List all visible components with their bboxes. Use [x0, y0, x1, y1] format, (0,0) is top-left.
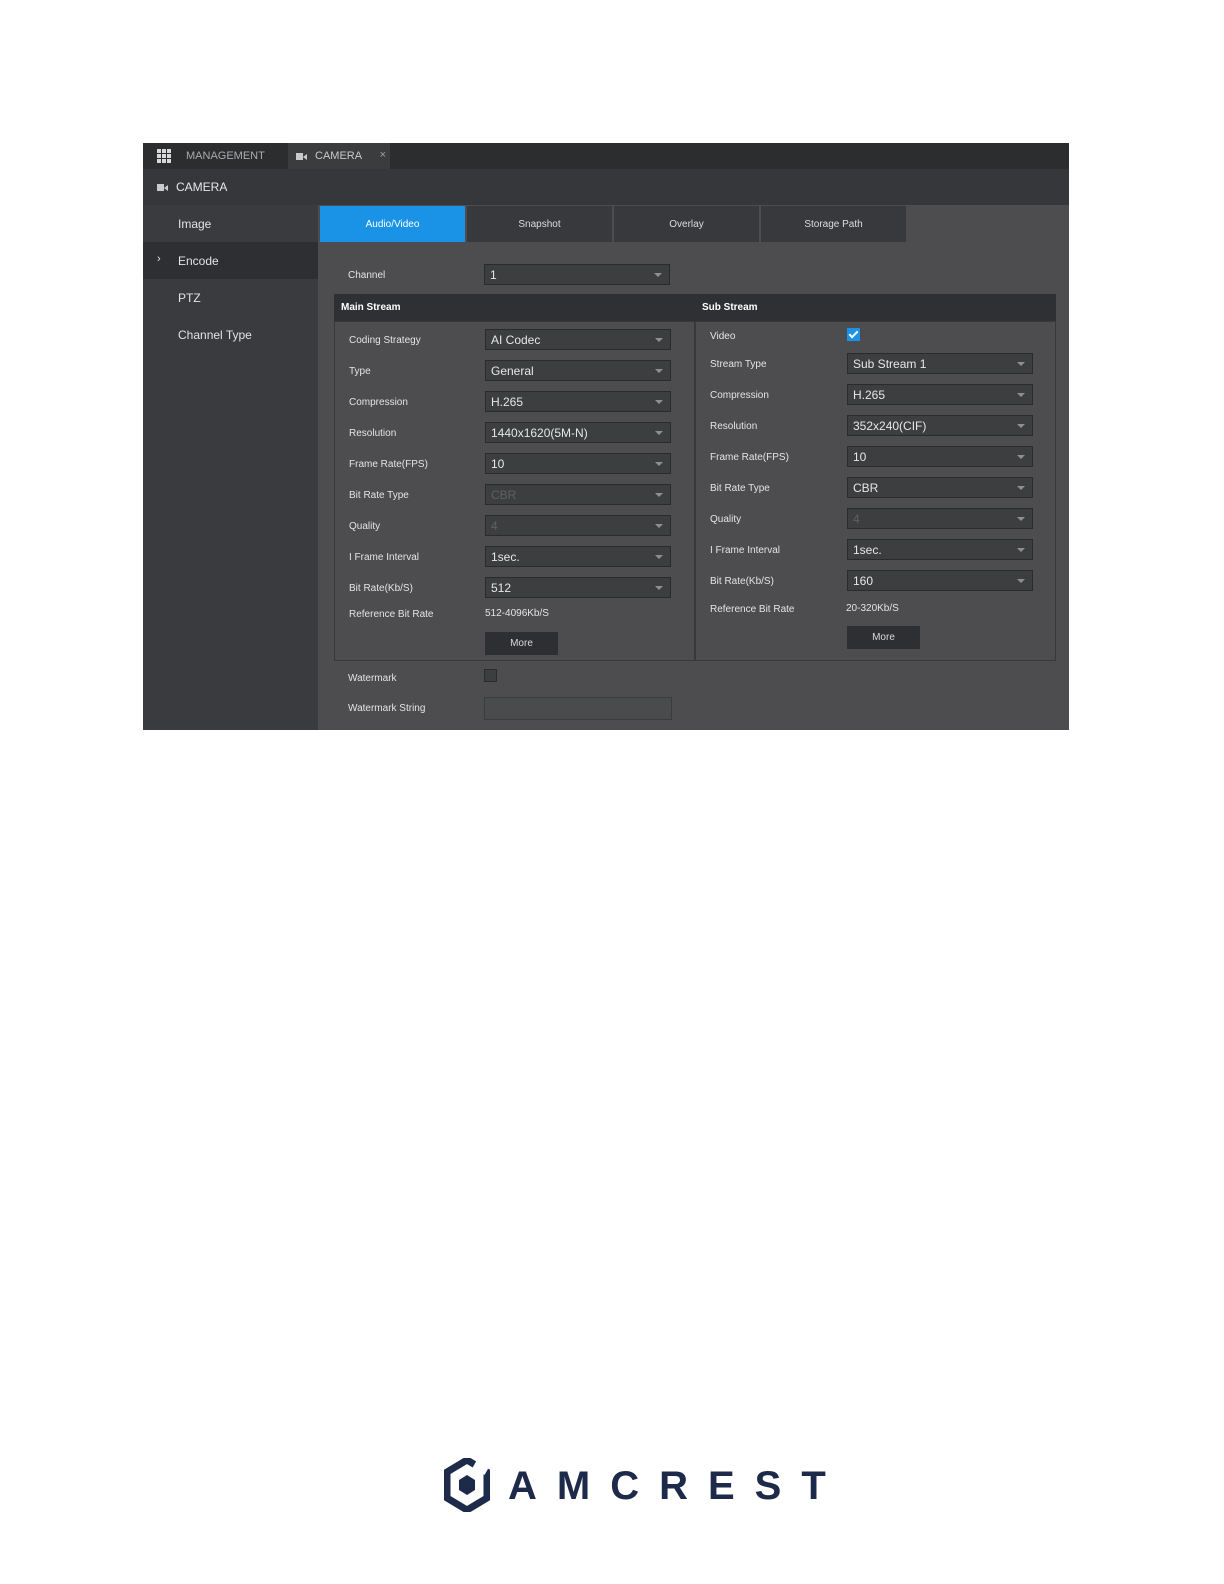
- sub-video-label: Video: [710, 331, 736, 342]
- chevron-down-icon: [1017, 393, 1025, 397]
- sub-reference-label: Reference Bit Rate: [710, 604, 795, 615]
- chevron-down-icon: [1017, 486, 1025, 490]
- sub-iframe-interval-select[interactable]: 1sec.: [847, 539, 1033, 560]
- section-header: CAMERA: [143, 169, 1069, 205]
- sidebar-item-label: PTZ: [178, 290, 201, 305]
- sidebar-item-ptz[interactable]: PTZ: [143, 279, 318, 316]
- main-more-button[interactable]: More: [485, 632, 558, 655]
- sub-field-label: Stream Type: [710, 359, 767, 370]
- watermark-string-input[interactable]: [484, 697, 672, 720]
- sub-field-label: Bit Rate Type: [710, 483, 770, 494]
- sidebar: Image › Encode PTZ Channel Type: [143, 205, 318, 730]
- chevron-down-icon: [1017, 424, 1025, 428]
- watermark-checkbox[interactable]: [484, 669, 497, 682]
- chevron-down-icon: [1017, 362, 1025, 366]
- watermark-string-label: Watermark String: [348, 703, 426, 714]
- chevron-down-icon: [1017, 455, 1025, 459]
- sidebar-item-label: Channel Type: [178, 327, 252, 342]
- sub-stream-type-value: Sub Stream 1: [853, 356, 927, 371]
- sub-resolution-select[interactable]: 352x240(CIF): [847, 415, 1033, 436]
- tab-camera-label: CAMERA: [315, 150, 363, 162]
- sub-quality-value: 4: [853, 511, 860, 526]
- chevron-down-icon: [1017, 517, 1025, 521]
- sub-bit-rate-select[interactable]: 160: [847, 570, 1033, 591]
- section-title: CAMERA: [176, 180, 228, 194]
- camera-icon: [296, 152, 307, 160]
- watermark-label: Watermark: [348, 673, 397, 684]
- main-reference-label-value: 512-4096Kb/S: [485, 608, 549, 619]
- tab-management[interactable]: MANAGEMENT: [157, 143, 287, 169]
- camera-icon: [157, 183, 168, 191]
- sub-bit-rate-type-value: CBR: [853, 480, 879, 495]
- sub-compression-value: H.265: [853, 387, 886, 402]
- main-reference-label: Reference Bit Rate: [349, 609, 434, 620]
- tab-management-label: MANAGEMENT: [186, 150, 265, 162]
- chevron-down-icon: [1017, 579, 1025, 583]
- sub-quality-select: 4: [847, 508, 1033, 529]
- chevron-down-icon: [1017, 548, 1025, 552]
- sub-video-checkbox[interactable]: [847, 328, 860, 341]
- sidebar-item-encode[interactable]: › Encode: [143, 242, 318, 279]
- amcrest-logo-icon: [443, 1455, 491, 1515]
- sidebar-item-label: Image: [178, 216, 212, 231]
- sub-bit-rate-type-select[interactable]: CBR: [847, 477, 1033, 498]
- sub-field-label: Compression: [710, 390, 769, 401]
- sub-field-label: Quality: [710, 514, 742, 525]
- sub-compression-select[interactable]: H.265: [847, 384, 1033, 405]
- sub-bit-rate-value: 160: [853, 573, 874, 588]
- sub-field-label: Resolution: [710, 421, 758, 432]
- sub-stream-type-select[interactable]: Sub Stream 1: [847, 353, 1033, 374]
- sub-field-label: Frame Rate(FPS): [710, 452, 789, 463]
- sub-resolution-value: 352x240(CIF): [853, 418, 927, 433]
- sub-field-label: Bit Rate(Kb/S): [710, 576, 774, 587]
- sub-more-button[interactable]: More: [847, 626, 920, 649]
- tab-camera[interactable]: CAMERA ×: [288, 143, 390, 169]
- encode-content-lower: 512-4096Kb/S Reference Bit Rate More Vid…: [318, 205, 1069, 730]
- close-icon[interactable]: ×: [380, 149, 386, 161]
- sub-iframe-interval-value: 1sec.: [853, 542, 882, 557]
- grid-icon: [157, 148, 172, 164]
- sidebar-item-channel-type[interactable]: Channel Type: [143, 316, 318, 353]
- sub-frame-rate-value: 10: [853, 449, 867, 464]
- sub-frame-rate-select[interactable]: 10: [847, 446, 1033, 467]
- sub-reference-value: 20-320Kb/S: [846, 603, 899, 614]
- chevron-right-icon: ›: [157, 253, 161, 265]
- sidebar-item-label: Encode: [178, 253, 219, 268]
- amcrest-wordmark: AMCREST: [508, 1464, 846, 1508]
- amcrest-logo: AMCREST: [443, 1455, 826, 1515]
- sub-field-label: I Frame Interval: [710, 545, 781, 556]
- sidebar-item-image[interactable]: Image: [143, 205, 318, 242]
- top-tab-bar: MANAGEMENT CAMERA ×: [143, 143, 1069, 169]
